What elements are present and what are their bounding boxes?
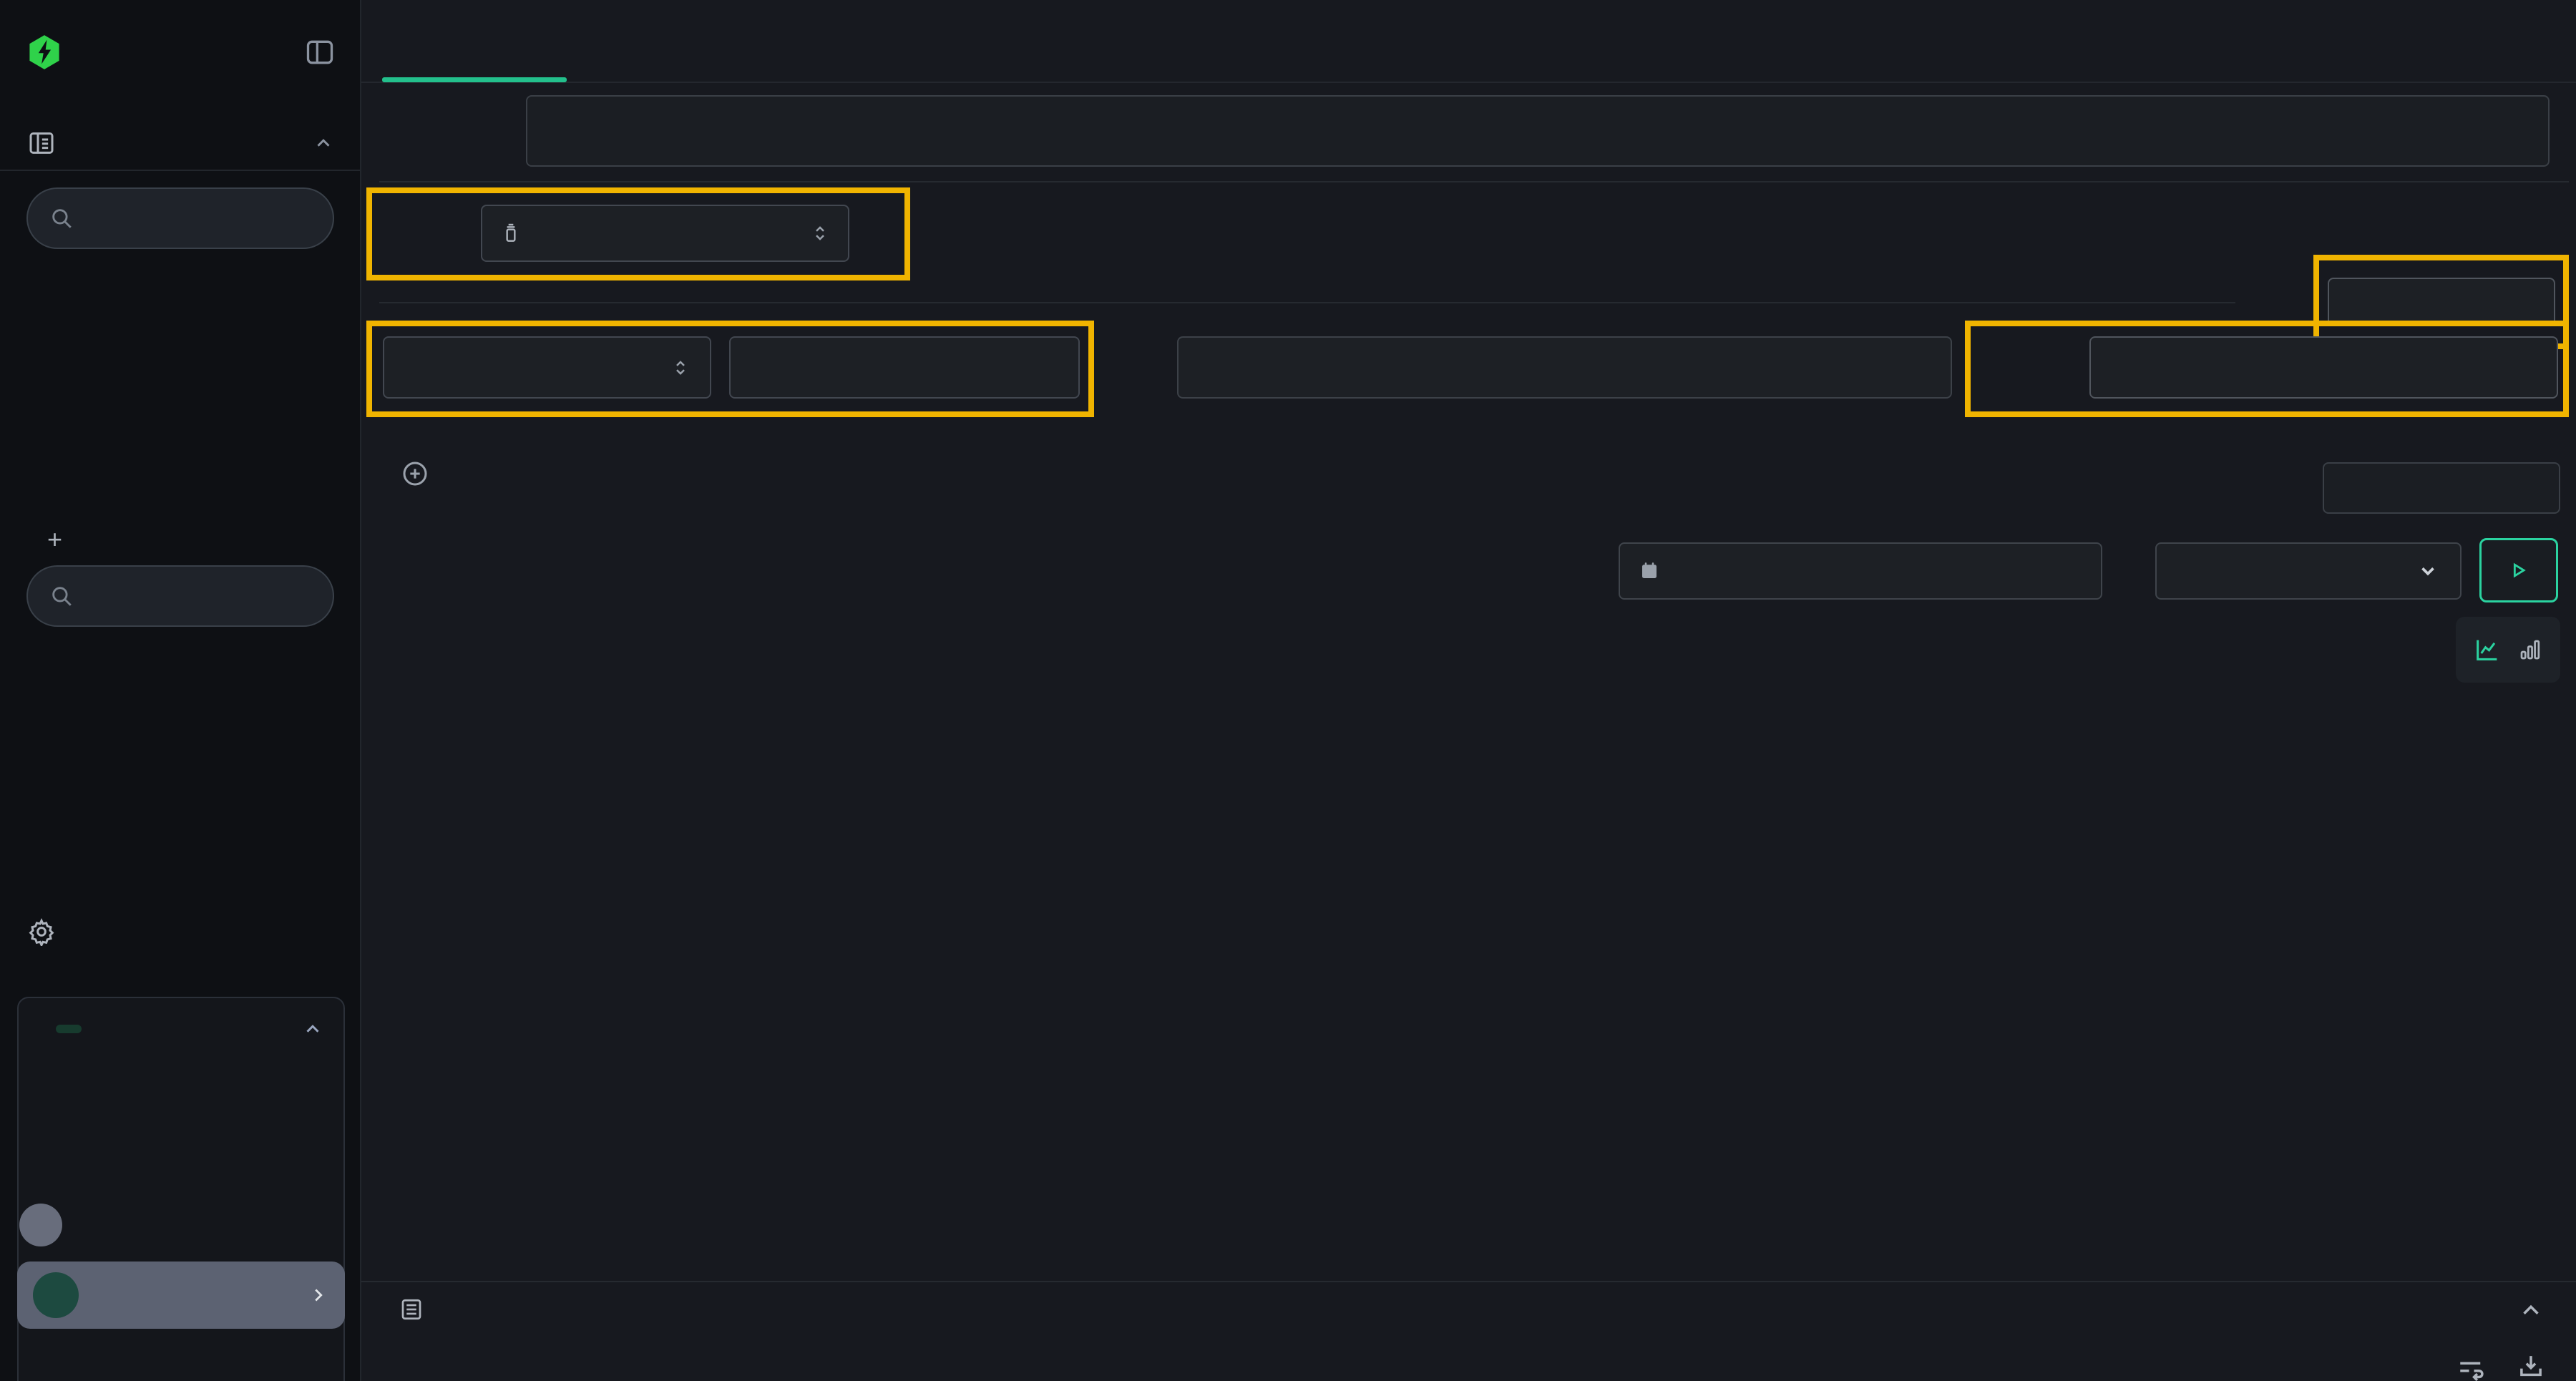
user-menu[interactable] (17, 1262, 345, 1329)
aggregation-select[interactable] (383, 336, 711, 399)
time-range-picker[interactable] (1619, 542, 2102, 600)
saved-searches-input[interactable] (26, 187, 334, 249)
chevron-up-icon[interactable] (313, 132, 334, 154)
create-dashboard-button[interactable]: + (0, 517, 361, 562)
where-input[interactable] (1177, 336, 1952, 399)
saved-dashboards-input[interactable] (26, 565, 334, 627)
brand-row (0, 27, 361, 77)
sidebar-divider (0, 170, 361, 171)
chevron-up-icon[interactable] (302, 1018, 323, 1040)
wrap-lines-icon[interactable] (2457, 1355, 2487, 1381)
chevron-right-icon (308, 1284, 329, 1306)
sidebar-collapse-icon[interactable] (304, 36, 336, 68)
chart-name-input[interactable] (526, 95, 2550, 167)
field-expression-input[interactable] (729, 336, 1080, 399)
group-by-input[interactable] (2089, 336, 2558, 399)
calendar-icon (1639, 560, 1660, 582)
collapse-panel-chevron-up-icon[interactable] (2517, 1297, 2545, 1324)
list-icon (399, 1297, 424, 1322)
chart-type-tabbar (361, 0, 2576, 83)
hyperdx-logo-icon (26, 34, 63, 71)
active-tab-underline (382, 77, 567, 82)
updown-chevron-icon (809, 223, 831, 244)
chevron-down-icon (2417, 560, 2439, 582)
data-source-select[interactable] (481, 205, 849, 262)
circle-plus-icon (401, 459, 429, 488)
get-started-badge (56, 1025, 82, 1033)
add-series-button[interactable] (401, 459, 441, 488)
updown-chevron-icon (670, 357, 691, 379)
events-panel-header (399, 1297, 440, 1322)
team-settings-button[interactable] (0, 910, 361, 953)
play-icon (2507, 558, 2531, 582)
database-icon (499, 222, 522, 245)
granularity-select[interactable] (2155, 542, 2462, 600)
alias-input[interactable] (2328, 278, 2555, 326)
avatar (33, 1272, 79, 1318)
app-root: + (0, 0, 2576, 1381)
sidebar-section-search[interactable] (0, 122, 361, 165)
search-panel-icon (27, 129, 56, 157)
search-icon (49, 584, 74, 608)
sidebar: + (0, 0, 361, 1381)
section-divider (379, 181, 2569, 182)
gear-icon (27, 917, 56, 946)
run-chart-button[interactable] (2479, 538, 2558, 602)
panel-divider (361, 1281, 2576, 1282)
series-divider (379, 302, 2235, 303)
download-icon[interactable] (2516, 1352, 2546, 1381)
plus-icon: + (47, 524, 62, 555)
timeseries-chart[interactable] (429, 617, 2569, 1198)
set-number-format-button[interactable] (2323, 462, 2560, 514)
help-button[interactable] (19, 1204, 62, 1246)
search-icon (49, 206, 74, 230)
